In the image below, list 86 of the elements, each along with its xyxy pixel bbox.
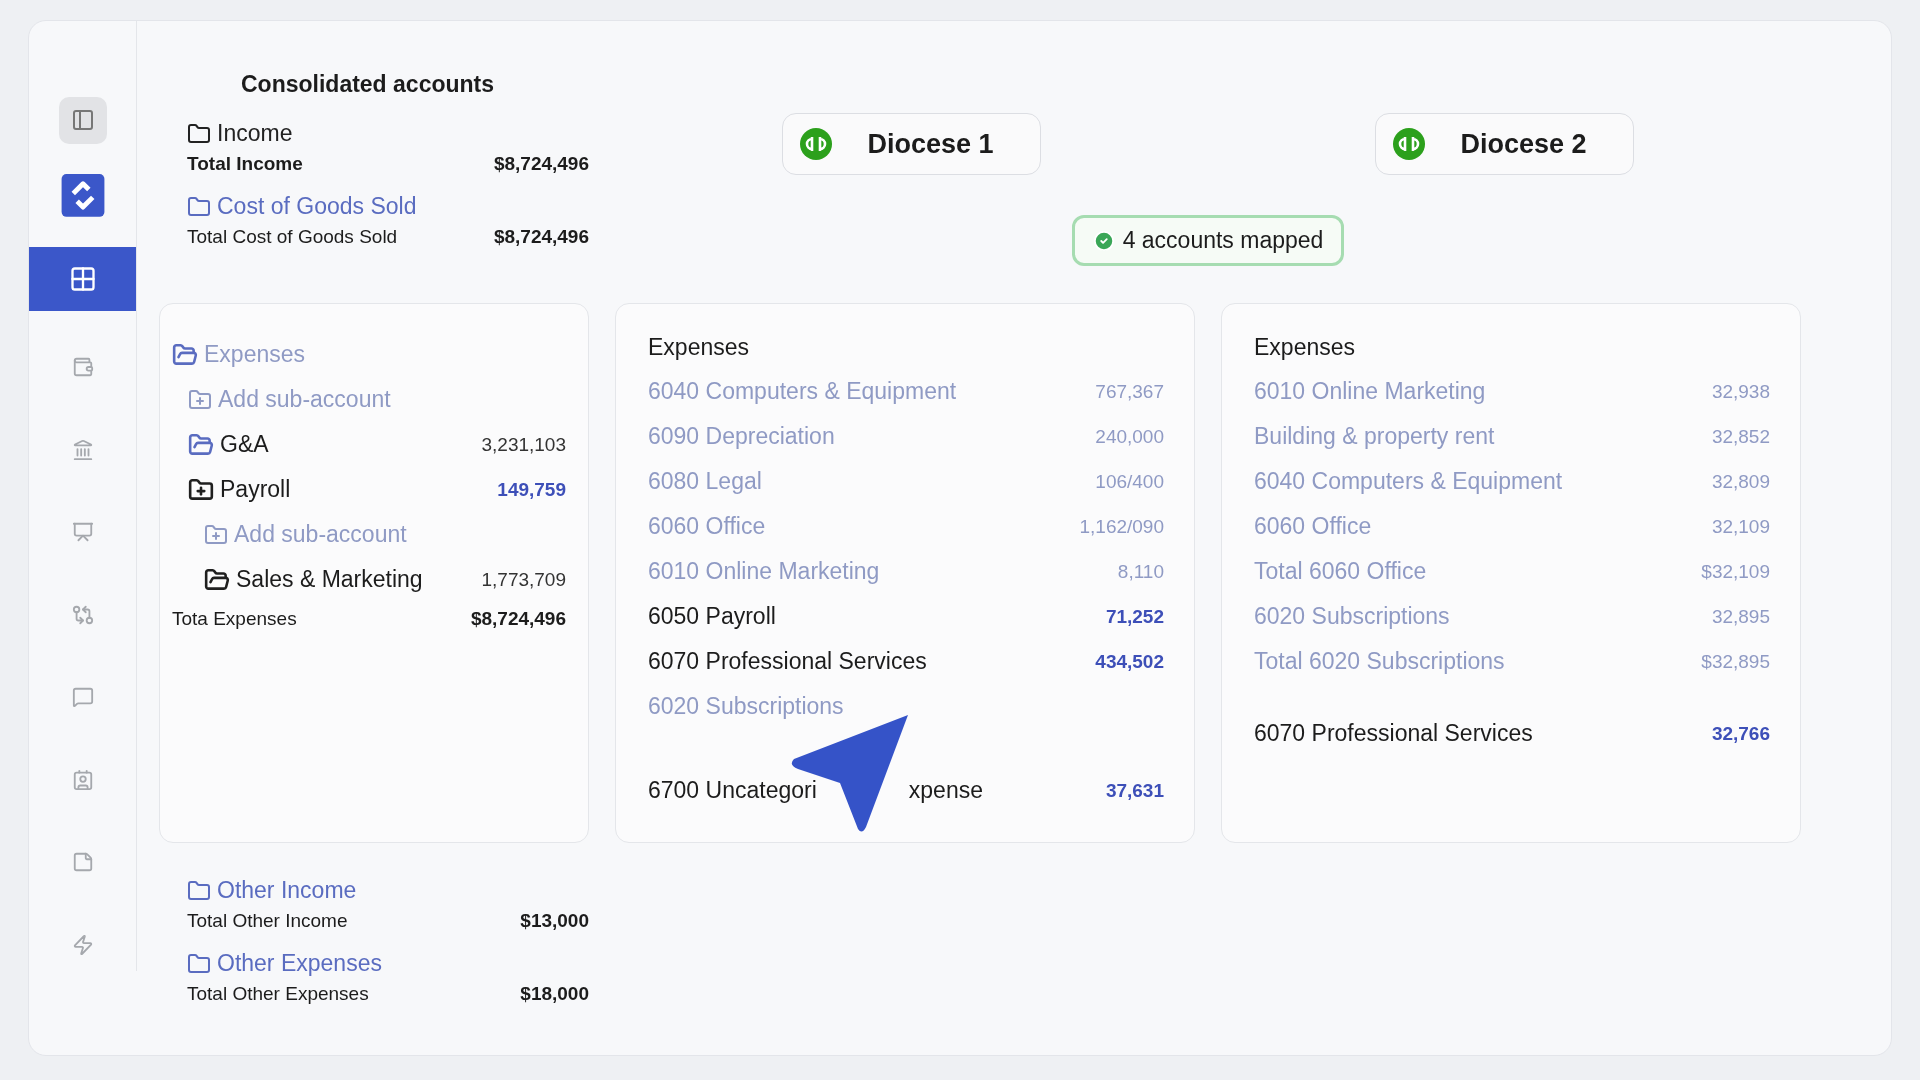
lightning-icon (71, 933, 94, 956)
sidebar-nav-button[interactable] (29, 246, 136, 311)
source-company-button[interactable]: Diocese 2 (1375, 113, 1634, 175)
account-value: 8,110 (1117, 560, 1164, 583)
total-value: $8,724,496 (493, 153, 589, 175)
account-group-link[interactable]: Other Expenses (187, 950, 589, 977)
contact-card-icon (71, 768, 94, 791)
account-name[interactable]: xpense (908, 777, 983, 804)
account-value: 32,766 (1711, 722, 1770, 745)
account-name[interactable]: 6070 Professional Services (1254, 720, 1533, 747)
account-value: 32,938 (1711, 380, 1770, 403)
account-value: 434,502 (1095, 650, 1164, 673)
note-icon (71, 851, 94, 874)
total-value: $8,724,496 (470, 608, 566, 630)
card-heading: Expenses (1254, 334, 1356, 361)
account-value: 32,852 (1711, 425, 1770, 448)
quickbooks-logo-icon (1392, 127, 1427, 161)
account-value: 37,631 (1105, 779, 1164, 802)
account-group-link[interactable]: Cost of Goods Sold (187, 193, 589, 220)
total-value: $8,724,496 (493, 226, 589, 248)
folder-icon (187, 878, 211, 903)
total-label: Total Other Income (187, 910, 348, 932)
source-company-button[interactable]: Diocese 1 (782, 113, 1041, 175)
account-name[interactable]: 6010 Online Marketing (1254, 378, 1486, 405)
account-value: 1,162/090 (1079, 515, 1164, 538)
total-label: Total Income (187, 153, 303, 175)
presentation-icon (71, 521, 94, 544)
account-name[interactable]: 6070 Professional Services (648, 648, 927, 675)
card-heading: Expenses (648, 334, 750, 361)
app-logo-icon (60, 173, 105, 217)
account-name[interactable]: 6080 Legal (648, 468, 762, 495)
sidebar-toggle-button[interactable] (58, 97, 107, 144)
sidebar-panel-icon (70, 108, 95, 133)
total-label: Total Other Expenses (187, 983, 369, 1005)
bank-icon (71, 438, 94, 461)
account-value: 106/400 (1095, 470, 1164, 493)
folder-plus-icon (188, 387, 212, 412)
compare-arrows-icon (71, 603, 94, 626)
folder-icon (187, 194, 211, 219)
account-name[interactable]: 6090 Depreciation (648, 423, 835, 450)
grid-icon (68, 264, 97, 293)
account-name[interactable]: 6700 Uncategori (648, 777, 817, 804)
account-name[interactable]: 6060 Office (1254, 513, 1372, 540)
folder-icon (187, 951, 211, 976)
account-value: 3,231,103 (481, 433, 566, 456)
check-circle-icon (1092, 229, 1115, 252)
account-name[interactable]: Total 6060 Office (1254, 558, 1427, 585)
account-name[interactable]: 6020 Subscriptions (1254, 603, 1450, 630)
add-sub-account-link[interactable]: Add sub-account (188, 386, 391, 413)
account-name[interactable]: 6010 Online Marketing (648, 558, 880, 585)
folder-plus-icon (204, 522, 228, 547)
account-name[interactable]: 6020 Subscriptions (648, 693, 844, 720)
account-name[interactable]: 6060 Office (648, 513, 766, 540)
account-name[interactable]: 6050 Payroll (648, 603, 776, 630)
folder-icon (187, 121, 211, 146)
account-value: 149,759 (497, 478, 566, 501)
account-name[interactable]: Sales & Marketing (236, 566, 423, 593)
total-label: Total Cost of Goods Sold (187, 226, 398, 248)
total-value: $13,000 (520, 910, 589, 932)
account-group-link[interactable]: Income (187, 120, 589, 147)
chat-icon (71, 686, 94, 709)
account-name[interactable]: Building & property rent (1254, 423, 1495, 450)
account-value: 32,895 (1711, 605, 1770, 628)
account-value: 32,809 (1711, 470, 1770, 493)
expenses-group-link[interactable]: Expenses (172, 341, 305, 368)
account-name[interactable]: Payroll (220, 476, 291, 503)
account-value: 240,000 (1095, 425, 1164, 448)
page-title: Consolidated accounts (241, 71, 496, 98)
mapped-status-badge: 4 accounts mapped (1071, 215, 1345, 266)
account-name[interactable]: 6040 Computers & Equipment (648, 378, 957, 405)
account-value: 71,252 (1105, 605, 1164, 628)
account-value: $32,109 (1701, 560, 1770, 583)
quickbooks-logo-icon (799, 127, 834, 161)
account-name[interactable]: Total 6020 Subscriptions (1254, 648, 1505, 675)
account-name[interactable]: G&A (220, 431, 269, 458)
account-value: 1,773,709 (481, 568, 566, 591)
account-value: $32,895 (1701, 650, 1770, 673)
account-value: 32,109 (1711, 515, 1770, 538)
folder-icon (172, 341, 198, 368)
total-label: Tota Expenses (172, 608, 297, 630)
wallet-icon (71, 356, 94, 378)
account-group-link[interactable]: Other Income (187, 877, 589, 904)
account-name[interactable]: 6040 Computers & Equipment (1254, 468, 1563, 495)
add-sub-account-link[interactable]: Add sub-account (204, 521, 407, 548)
account-value: 767,367 (1095, 380, 1164, 403)
total-value: $18,000 (520, 983, 589, 1005)
